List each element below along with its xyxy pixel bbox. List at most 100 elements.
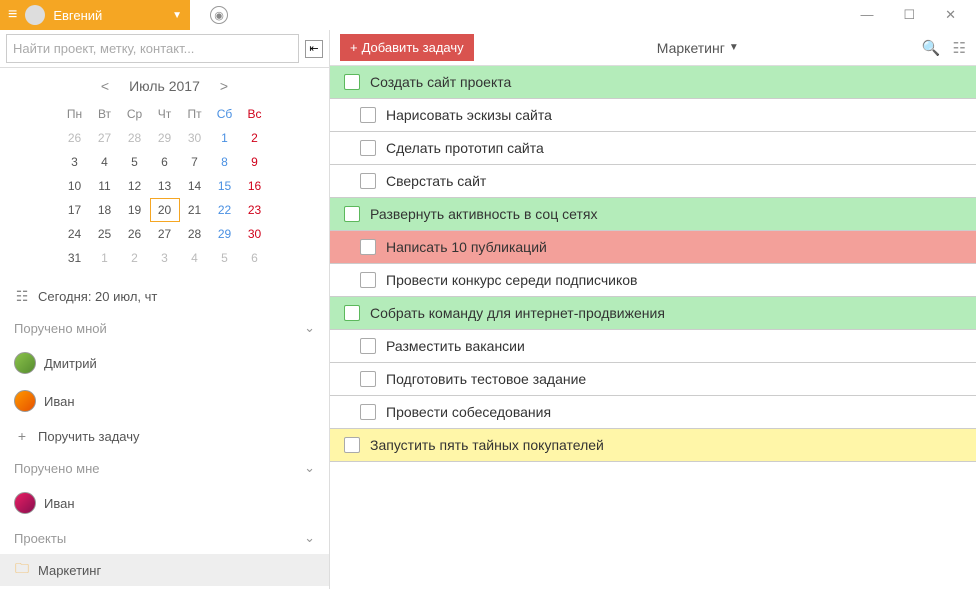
task-checkbox[interactable] bbox=[344, 437, 360, 453]
calendar-day[interactable]: 20 bbox=[150, 198, 180, 222]
calendar-day[interactable]: 29 bbox=[150, 126, 180, 150]
task-item[interactable]: Сделать прототип сайта bbox=[330, 132, 976, 165]
task-item[interactable]: Провести конкурс середи подписчиков bbox=[330, 264, 976, 297]
calendar-day[interactable]: 15 bbox=[210, 174, 240, 198]
project-title-dropdown[interactable]: Маркетинг ▼ bbox=[657, 40, 739, 56]
task-checkbox[interactable] bbox=[360, 272, 376, 288]
task-checkbox[interactable] bbox=[344, 74, 360, 90]
calendar-day[interactable]: 5 bbox=[120, 150, 150, 174]
task-item[interactable]: Разместить вакансии bbox=[330, 330, 976, 363]
task-item[interactable]: Написать 10 публикаций bbox=[330, 231, 976, 264]
calendar-day[interactable]: 12 bbox=[120, 174, 150, 198]
globe-icon[interactable]: ◉ bbox=[210, 6, 228, 24]
maximize-button[interactable]: ☐ bbox=[903, 7, 915, 23]
calendar-day[interactable]: 27 bbox=[90, 126, 120, 150]
task-checkbox[interactable] bbox=[360, 338, 376, 354]
section-assigned-by-me[interactable]: Поручено мной ⌄ bbox=[0, 312, 329, 344]
task-checkbox[interactable] bbox=[360, 173, 376, 189]
calendar-day[interactable]: 4 bbox=[90, 150, 120, 174]
calendar-day[interactable]: 22 bbox=[210, 198, 240, 222]
section-projects[interactable]: Проекты ⌄ bbox=[0, 522, 329, 554]
calendar-day[interactable]: 19 bbox=[120, 198, 150, 222]
task-item[interactable]: Сверстать сайт bbox=[330, 165, 976, 198]
calendar-day[interactable]: 7 bbox=[180, 150, 210, 174]
calendar-day[interactable]: 27 bbox=[150, 222, 180, 246]
search-icon[interactable]: 🔍 bbox=[922, 39, 941, 57]
task-checkbox[interactable] bbox=[360, 404, 376, 420]
calendar-day[interactable]: 25 bbox=[90, 222, 120, 246]
chevron-down-icon: ⌄ bbox=[304, 530, 315, 546]
task-label: Нарисовать эскизы сайта bbox=[386, 107, 552, 123]
calendar-day[interactable]: 3 bbox=[60, 150, 90, 174]
task-item[interactable]: Подготовить тестовое задание bbox=[330, 363, 976, 396]
user-item-ivan-2[interactable]: Иван bbox=[0, 484, 329, 522]
calendar-day[interactable]: 1 bbox=[90, 246, 120, 270]
task-item[interactable]: Развернуть активность в соц сетях bbox=[330, 198, 976, 231]
calendar-day[interactable]: 2 bbox=[120, 246, 150, 270]
calendar-day[interactable]: 21 bbox=[180, 198, 210, 222]
calendar-day[interactable]: 23 bbox=[240, 198, 270, 222]
calendar-day[interactable]: 3 bbox=[150, 246, 180, 270]
section-assigned-to-me[interactable]: Поручено мне ⌄ bbox=[0, 452, 329, 484]
task-checkbox[interactable] bbox=[360, 140, 376, 156]
user-item-dmitry[interactable]: Дмитрий bbox=[0, 344, 329, 382]
calendar-day[interactable]: 18 bbox=[90, 198, 120, 222]
task-label: Сверстать сайт bbox=[386, 173, 486, 189]
task-item[interactable]: Создать сайт проекта bbox=[330, 66, 976, 99]
minimize-button[interactable]: — bbox=[860, 7, 873, 23]
window-controls: — ☐ ✕ bbox=[840, 7, 976, 23]
task-item[interactable]: Нарисовать эскизы сайта bbox=[330, 99, 976, 132]
calendar-day[interactable]: 2 bbox=[240, 126, 270, 150]
task-checkbox[interactable] bbox=[360, 371, 376, 387]
collapse-sidebar-icon[interactable]: ⇤ bbox=[305, 40, 323, 58]
calendar-day[interactable]: 6 bbox=[240, 246, 270, 270]
task-checkbox[interactable] bbox=[344, 305, 360, 321]
search-input[interactable] bbox=[6, 34, 299, 63]
calendar-day[interactable]: 5 bbox=[210, 246, 240, 270]
task-label: Сделать прототип сайта bbox=[386, 140, 544, 156]
user-menu[interactable]: ≡ Евгений ▼ bbox=[0, 0, 190, 30]
calendar-day[interactable]: 10 bbox=[60, 174, 90, 198]
task-checkbox[interactable] bbox=[360, 107, 376, 123]
calendar-day[interactable]: 16 bbox=[240, 174, 270, 198]
calendar-dow: Пт bbox=[180, 102, 210, 126]
calendar-day[interactable]: 8 bbox=[210, 150, 240, 174]
task-list: Создать сайт проекта Нарисовать эскизы са… bbox=[330, 66, 976, 589]
task-checkbox[interactable] bbox=[344, 206, 360, 222]
date-filter-icon[interactable]: ☷ bbox=[953, 39, 966, 57]
calendar-day[interactable]: 26 bbox=[120, 222, 150, 246]
hamburger-icon[interactable]: ≡ bbox=[8, 6, 17, 24]
calendar-day[interactable]: 4 bbox=[180, 246, 210, 270]
task-label: Запустить пять тайных покупателей bbox=[370, 437, 604, 453]
calendar-day[interactable]: 24 bbox=[60, 222, 90, 246]
today-item[interactable]: ☷ Сегодня: 20 июл, чт bbox=[0, 280, 329, 312]
project-item-marketing[interactable]: 🗀 Маркетинг bbox=[0, 554, 329, 586]
calendar-day[interactable]: 1 bbox=[210, 126, 240, 150]
calendar-prev[interactable]: < bbox=[101, 78, 109, 94]
calendar-next[interactable]: > bbox=[220, 78, 228, 94]
calendar-day[interactable]: 28 bbox=[180, 222, 210, 246]
task-label: Развернуть активность в соц сетях bbox=[370, 206, 597, 222]
chevron-down-icon: ⌄ bbox=[304, 320, 315, 336]
task-checkbox[interactable] bbox=[360, 239, 376, 255]
calendar-day[interactable]: 30 bbox=[240, 222, 270, 246]
calendar-day[interactable]: 17 bbox=[60, 198, 90, 222]
calendar-day[interactable]: 31 bbox=[60, 246, 90, 270]
calendar-day[interactable]: 13 bbox=[150, 174, 180, 198]
task-item[interactable]: Собрать команду для интернет-продвижения bbox=[330, 297, 976, 330]
task-item[interactable]: Запустить пять тайных покупателей bbox=[330, 429, 976, 462]
calendar-day[interactable]: 14 bbox=[180, 174, 210, 198]
task-item[interactable]: Провести собеседования bbox=[330, 396, 976, 429]
calendar-day[interactable]: 28 bbox=[120, 126, 150, 150]
calendar-day[interactable]: 11 bbox=[90, 174, 120, 198]
assign-task-button[interactable]: + Поручить задачу bbox=[0, 420, 329, 452]
calendar-day[interactable]: 6 bbox=[150, 150, 180, 174]
calendar-day[interactable]: 9 bbox=[240, 150, 270, 174]
calendar-day[interactable]: 30 bbox=[180, 126, 210, 150]
calendar-day[interactable]: 26 bbox=[60, 126, 90, 150]
add-task-button[interactable]: + Добавить задачу bbox=[340, 34, 474, 61]
chevron-down-icon[interactable]: ▼ bbox=[172, 10, 182, 21]
close-button[interactable]: ✕ bbox=[945, 7, 956, 23]
calendar-day[interactable]: 29 bbox=[210, 222, 240, 246]
user-item-ivan[interactable]: Иван bbox=[0, 382, 329, 420]
